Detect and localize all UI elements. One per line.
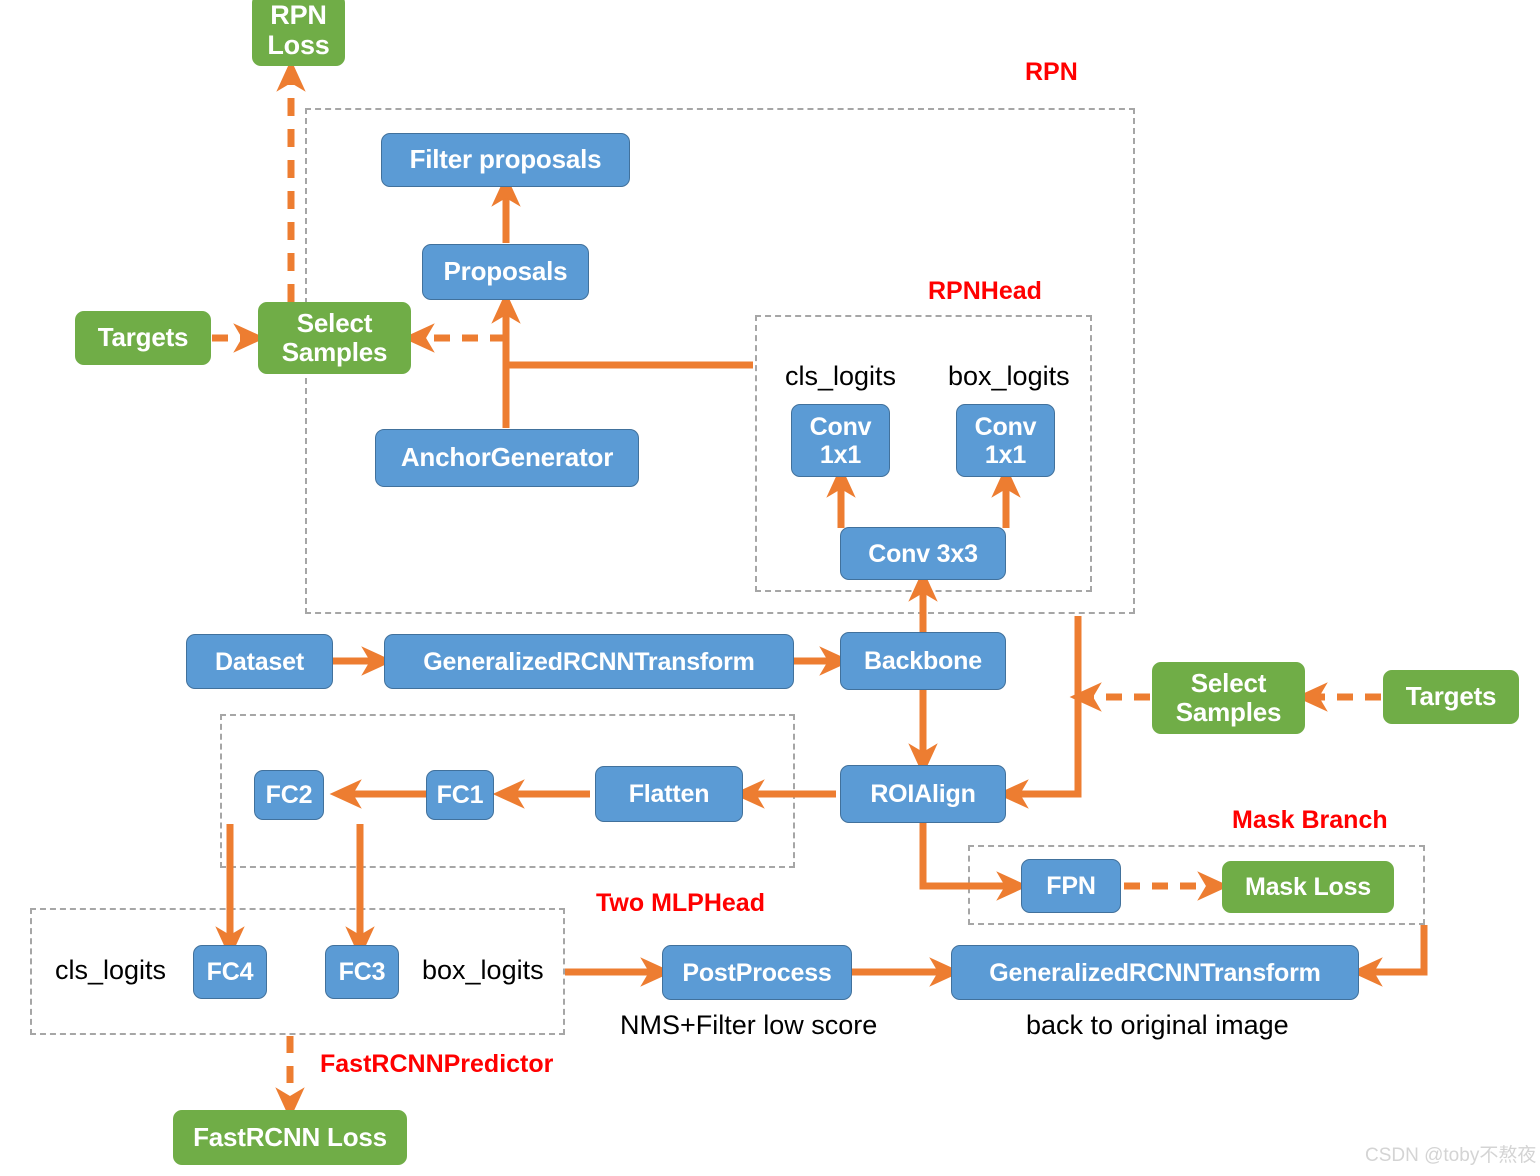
wire-riser-to-roialign [996,697,1082,809]
annotation-cls-logits-head: cls_logits [55,955,167,985]
node-rpn-loss[interactable]: RPN Loss [252,0,345,66]
group-label-rpnhead: RPNHead [928,277,1042,305]
annotation-nms-note: NMS+Filter low score [620,1010,878,1040]
node-select-samples-right[interactable]: Select Samples [1152,662,1305,734]
node-select-samples-left[interactable]: Select Samples [258,302,411,374]
node-fastrcnn-loss[interactable]: FastRCNN Loss [173,1110,407,1165]
node-targets-left[interactable]: Targets [75,311,211,365]
node-mask-loss[interactable]: Mask Loss [1222,861,1394,913]
node-backbone[interactable]: Backbone [840,632,1006,690]
node-proposals[interactable]: Proposals [422,244,589,300]
node-conv3x3[interactable]: Conv 3x3 [840,527,1006,580]
group-label-mask-branch: Mask Branch [1232,806,1388,834]
node-transform-output[interactable]: GeneralizedRCNNTransform [951,945,1359,1000]
node-dataset[interactable]: Dataset [186,634,333,689]
annotation-back-to-original: back to original image [1026,1010,1289,1040]
node-fc2[interactable]: FC2 [254,770,324,820]
group-label-two-mlphead: Two MLPHead [596,889,765,917]
node-transform-input[interactable]: GeneralizedRCNNTransform [384,634,794,689]
annotation-cls-logits-rpn: cls_logits [785,361,897,391]
node-fc1[interactable]: FC1 [426,770,494,820]
node-filter-proposals[interactable]: Filter proposals [381,133,630,187]
node-fpn[interactable]: FPN [1021,859,1121,913]
group-label-fastrcnn-predictor: FastRCNNPredictor [320,1050,554,1078]
node-postprocess[interactable]: PostProcess [662,945,852,1000]
node-fc4[interactable]: FC4 [193,945,267,999]
wire-maskbranch-to-transform-out [1350,925,1428,987]
node-fc3[interactable]: FC3 [325,945,399,999]
node-conv1x1-cls[interactable]: Conv 1x1 [791,404,890,477]
group-label-rpn: RPN [1025,58,1078,86]
watermark: CSDN @toby不熬夜 [1365,1145,1537,1166]
node-conv1x1-box[interactable]: Conv 1x1 [956,404,1055,477]
annotation-box-logits-head: box_logits [422,955,544,985]
diagram-canvas: RPN Loss Targets Select Samples Filter p… [0,0,1540,1176]
node-anchor-generator[interactable]: AnchorGenerator [375,429,639,487]
node-targets-right[interactable]: Targets [1383,670,1519,724]
node-flatten[interactable]: Flatten [595,766,743,822]
annotation-box-logits-rpn: box_logits [948,361,1070,391]
node-roialign[interactable]: ROIAlign [840,765,1006,823]
